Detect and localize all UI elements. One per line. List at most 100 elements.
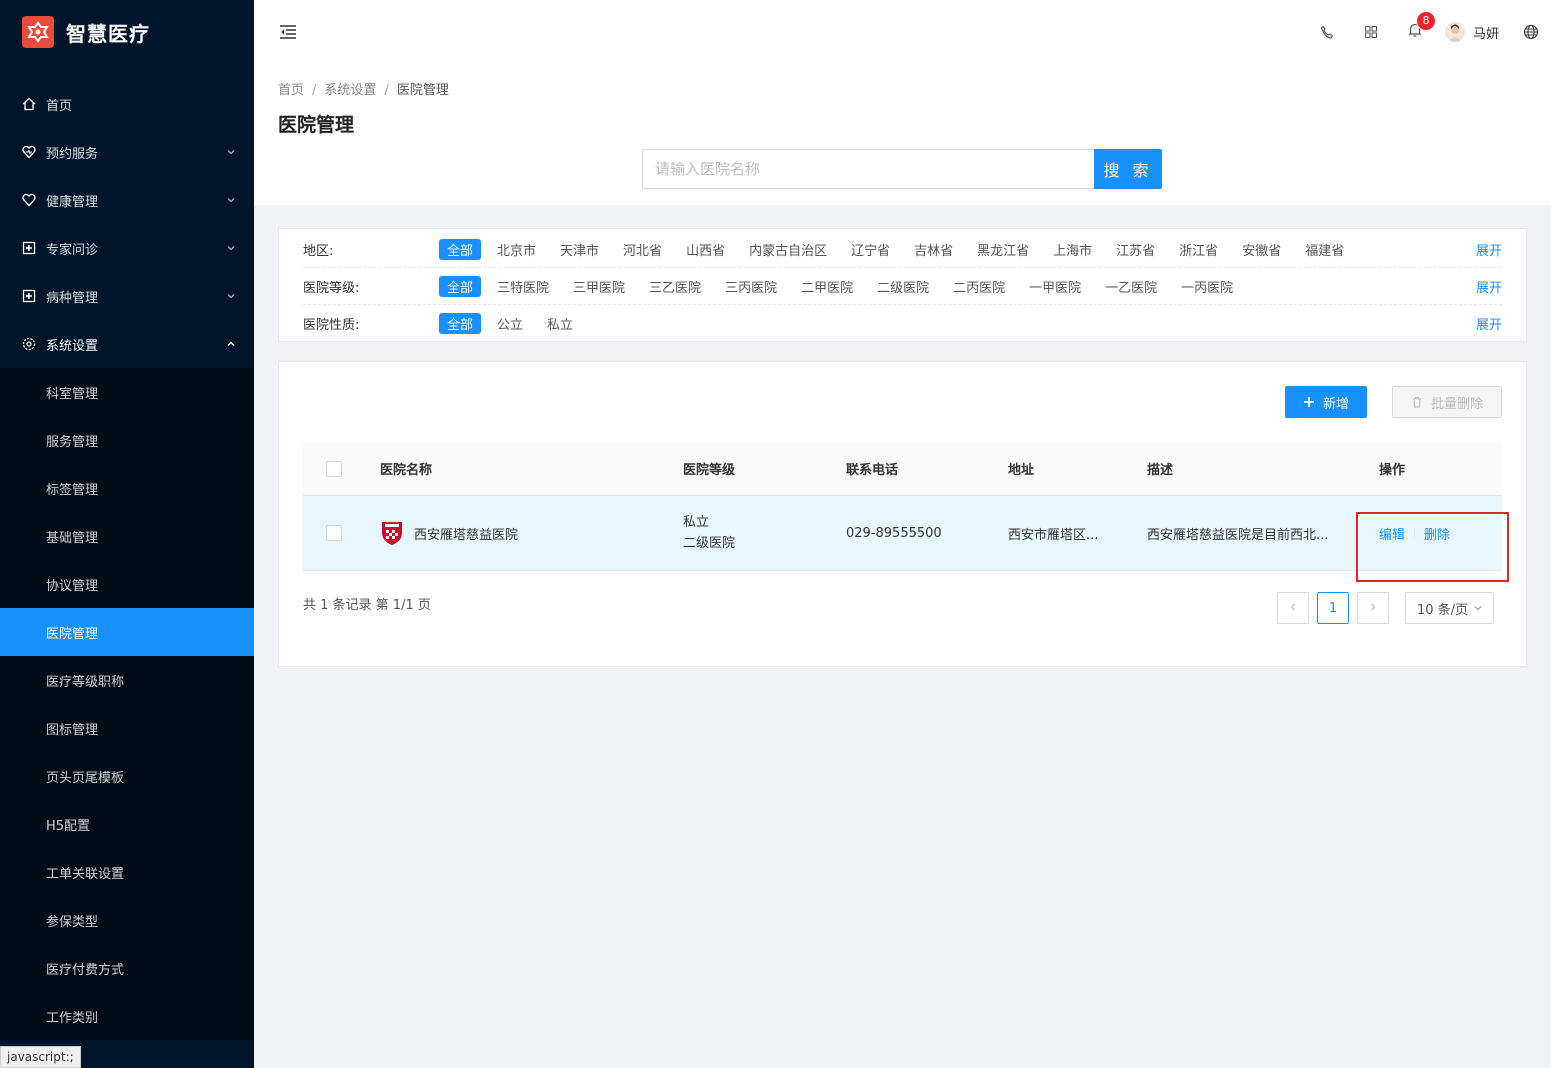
user-menu[interactable]: 马妍 bbox=[1437, 0, 1511, 64]
chevron-down-icon bbox=[226, 290, 236, 305]
plus-square-icon bbox=[22, 289, 36, 303]
sidebar-item-disease[interactable]: 病种管理 bbox=[0, 272, 254, 320]
filter-tag[interactable]: 安徽省 bbox=[1234, 239, 1289, 260]
filter-row-region: 地区: 全部 北京市 天津市 河北省 山西省 内蒙古自治区 辽宁省 吉林省 黑龙… bbox=[303, 231, 1502, 268]
filter-tag[interactable]: 山西省 bbox=[678, 239, 733, 260]
page-number-button[interactable]: 1 bbox=[1317, 592, 1349, 624]
sidebar-item-consultation[interactable]: 专家问诊 bbox=[0, 224, 254, 272]
breadcrumb-separator: / bbox=[384, 83, 389, 98]
filter-tag[interactable]: 辽宁省 bbox=[843, 239, 898, 260]
filter-tag[interactable]: 二丙医院 bbox=[945, 276, 1013, 297]
sidebar-item-appointment[interactable]: 预约服务 bbox=[0, 128, 254, 176]
sidebar-subitem-service[interactable]: 服务管理 bbox=[0, 416, 254, 464]
sidebar-subitem-insurance[interactable]: 参保类型 bbox=[0, 896, 254, 944]
search-input[interactable] bbox=[642, 149, 1094, 189]
filter-tag[interactable]: 黑龙江省 bbox=[969, 239, 1037, 260]
filter-tag[interactable]: 浙江省 bbox=[1171, 239, 1226, 260]
batch-delete-button[interactable]: 批量删除 bbox=[1392, 386, 1502, 418]
chevron-down-icon bbox=[226, 194, 236, 209]
menu-fold-icon[interactable] bbox=[278, 22, 298, 46]
row-checkbox[interactable] bbox=[326, 525, 342, 541]
page-size-select[interactable]: 10 条/页 bbox=[1405, 592, 1494, 624]
sidebar-subitem-h5[interactable]: H5配置 bbox=[0, 800, 254, 848]
filter-tag[interactable]: 天津市 bbox=[552, 239, 607, 260]
column-header-phone: 联系电话 bbox=[846, 463, 899, 478]
sidebar-item-label: 首页 bbox=[46, 98, 73, 114]
search-button[interactable]: 搜 索 bbox=[1094, 149, 1162, 189]
filter-tag[interactable]: 一甲医院 bbox=[1021, 276, 1089, 297]
logo[interactable]: 智慧医疗 bbox=[0, 0, 254, 64]
filter-label-region: 地区: bbox=[303, 243, 334, 259]
settings-icon bbox=[22, 337, 36, 351]
sidebar-subitem-basic[interactable]: 基础管理 bbox=[0, 512, 254, 560]
heart-icon bbox=[22, 145, 36, 159]
expand-region-link[interactable]: 展开 bbox=[1476, 240, 1502, 259]
filter-tag[interactable]: 福建省 bbox=[1297, 239, 1352, 260]
filter-tag[interactable]: 全部 bbox=[439, 275, 482, 297]
filter-tag[interactable]: 河北省 bbox=[615, 239, 670, 260]
sidebar-item-label: 系统设置 bbox=[46, 338, 99, 354]
notification-bell[interactable]: 8 bbox=[1393, 0, 1437, 64]
next-page-button[interactable] bbox=[1357, 592, 1389, 624]
filter-tag[interactable]: 全部 bbox=[439, 238, 482, 260]
user-name: 马妍 bbox=[1472, 26, 1499, 42]
sidebar: 智慧医疗 首页 预约服务 健康管理 专家问诊 病种管理 系统设置 科室管理 服务… bbox=[0, 0, 254, 1068]
filter-tag[interactable]: 一丙医院 bbox=[1173, 276, 1241, 297]
add-button[interactable]: 新增 bbox=[1285, 386, 1367, 418]
select-all-checkbox[interactable] bbox=[326, 460, 342, 477]
globe-icon[interactable] bbox=[1511, 0, 1551, 64]
filter-tag[interactable]: 三丙医院 bbox=[717, 276, 785, 297]
table-header: 医院名称 医院等级 联系电话 地址 描述 操作 bbox=[303, 442, 1502, 496]
apps-grid-icon[interactable] bbox=[1349, 0, 1393, 64]
filter-tag[interactable]: 三乙医院 bbox=[641, 276, 709, 297]
select-all-cell bbox=[326, 442, 342, 495]
filter-tag[interactable]: 内蒙古自治区 bbox=[741, 239, 835, 260]
filter-tag[interactable]: 三甲医院 bbox=[565, 276, 633, 297]
sidebar-item-home[interactable]: 首页 bbox=[0, 80, 254, 128]
filter-tag[interactable]: 上海市 bbox=[1045, 239, 1100, 260]
prev-page-button[interactable] bbox=[1277, 592, 1309, 624]
sidebar-subitem-agreement[interactable]: 协议管理 bbox=[0, 560, 254, 608]
add-button-label: 新增 bbox=[1322, 396, 1349, 412]
filter-tag[interactable]: 江苏省 bbox=[1108, 239, 1163, 260]
table-row[interactable]: 西安雁塔慈益医院 私立 二级医院 029-89555500 西安市雁塔区... … bbox=[303, 496, 1502, 571]
sidebar-subitem-template[interactable]: 页头页尾模板 bbox=[0, 752, 254, 800]
filter-tag[interactable]: 全部 bbox=[439, 313, 482, 334]
edit-link[interactable]: 编辑 bbox=[1379, 524, 1405, 543]
filter-tag[interactable]: 私立 bbox=[539, 313, 581, 334]
sidebar-subitem-icon[interactable]: 图标管理 bbox=[0, 704, 254, 752]
sidebar-item-label: 健康管理 bbox=[46, 194, 99, 210]
chevron-down-icon bbox=[226, 242, 236, 257]
expand-nature-link[interactable]: 展开 bbox=[1476, 314, 1502, 333]
top-header: 8 马妍 bbox=[254, 0, 1551, 64]
sidebar-subitem-department[interactable]: 科室管理 bbox=[0, 368, 254, 416]
filter-tag[interactable]: 北京市 bbox=[489, 239, 544, 260]
phone-icon[interactable] bbox=[1305, 0, 1349, 64]
sidebar-item-label: 预约服务 bbox=[46, 146, 99, 162]
filter-tag[interactable]: 公立 bbox=[489, 313, 531, 334]
hospital-logo-icon bbox=[380, 520, 404, 546]
filter-tag[interactable]: 三特医院 bbox=[489, 276, 557, 297]
filter-row-level: 医院等级: 全部 三特医院 三甲医院 三乙医院 三丙医院 二甲医院 二级医院 二… bbox=[303, 268, 1502, 305]
breadcrumb-home[interactable]: 首页 bbox=[278, 83, 304, 98]
sidebar-item-health[interactable]: 健康管理 bbox=[0, 176, 254, 224]
heart-outline-icon bbox=[22, 193, 36, 207]
filter-label-level: 医院等级: bbox=[303, 280, 360, 296]
page-header: 首页 / 系统设置 / 医院管理 医院管理 搜 索 bbox=[254, 64, 1551, 205]
expand-level-link[interactable]: 展开 bbox=[1476, 277, 1502, 296]
sidebar-subitem-title[interactable]: 医疗等级职称 bbox=[0, 656, 254, 704]
sidebar-subitem-workorder[interactable]: 工单关联设置 bbox=[0, 848, 254, 896]
delete-link[interactable]: 删除 bbox=[1424, 524, 1450, 543]
filter-tag[interactable]: 一乙医院 bbox=[1097, 276, 1165, 297]
sidebar-item-settings[interactable]: 系统设置 bbox=[0, 320, 254, 368]
filter-tag[interactable]: 二级医院 bbox=[869, 276, 937, 297]
sidebar-subitem-payment[interactable]: 医疗付费方式 bbox=[0, 944, 254, 992]
breadcrumb-parent[interactable]: 系统设置 bbox=[324, 83, 376, 98]
filter-tag[interactable]: 吉林省 bbox=[906, 239, 961, 260]
sidebar-subitem-tag[interactable]: 标签管理 bbox=[0, 464, 254, 512]
notification-badge: 8 bbox=[1416, 12, 1435, 30]
hospital-name-cell: 西安雁塔慈益医院 bbox=[380, 496, 518, 570]
sidebar-subitem-worktype[interactable]: 工作类别 bbox=[0, 992, 254, 1040]
sidebar-subitem-hospital[interactable]: 医院管理 bbox=[0, 608, 254, 656]
filter-tag[interactable]: 二甲医院 bbox=[793, 276, 861, 297]
